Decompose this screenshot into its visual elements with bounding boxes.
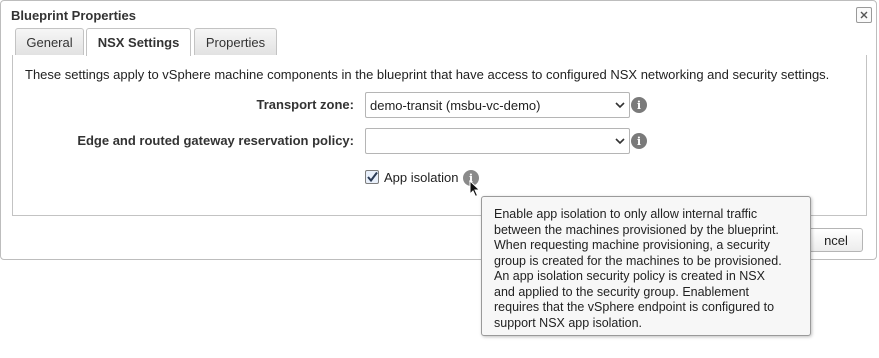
tooltip-line: When requesting machine provisioning, a … xyxy=(494,238,770,252)
tooltip-line: between the machines provisioned by the … xyxy=(494,222,779,237)
close-icon xyxy=(860,11,868,19)
tooltip-line: group is created for the machines to be … xyxy=(494,253,782,268)
transport-zone-label: Transport zone: xyxy=(256,97,354,112)
tooltip-line: and applied to the security group. Enabl… xyxy=(494,284,750,299)
tab-properties[interactable]: Properties xyxy=(194,28,277,55)
tooltip-line: Enable app isolation to only allow inter… xyxy=(494,207,758,221)
edge-policy-info-icon[interactable]: i xyxy=(631,133,647,149)
transport-zone-value: demo-transit (msbu-vc-demo) xyxy=(370,97,541,113)
app-isolation-label: App isolation xyxy=(384,170,459,185)
cancel-button-label: ncel xyxy=(824,232,848,248)
transport-zone-info-icon[interactable]: i xyxy=(631,97,647,113)
mouse-pointer-icon xyxy=(469,180,481,198)
nsx-settings-panel: These settings apply to vSphere machine … xyxy=(12,55,867,216)
tooltip-line: support NSX app isolation. xyxy=(494,315,643,330)
tab-label: Properties xyxy=(205,34,266,50)
tab-label: NSX Settings xyxy=(97,35,180,50)
chevron-down-icon xyxy=(615,102,625,109)
dialog-title: Blueprint Properties xyxy=(11,8,136,23)
chevron-down-icon xyxy=(615,138,625,145)
close-button[interactable] xyxy=(856,7,872,23)
tab-general[interactable]: General xyxy=(15,28,84,55)
intro-text: These settings apply to vSphere machine … xyxy=(25,67,830,82)
tab-nsx-settings[interactable]: NSX Settings xyxy=(86,28,191,56)
edge-policy-label: Edge and routed gateway reservation poli… xyxy=(77,133,354,148)
tooltip-line: requires that the vSphere endpoint is co… xyxy=(494,300,775,314)
tooltip-line: An app isolation security policy is crea… xyxy=(494,269,765,283)
tab-label: General xyxy=(26,34,73,50)
checkmark-icon xyxy=(367,171,378,183)
edge-policy-select[interactable] xyxy=(365,128,630,154)
app-isolation-checkbox[interactable] xyxy=(365,170,379,184)
tab-strip: General NSX Settings Properties xyxy=(1,28,878,56)
app-isolation-tooltip: Enable app isolation to only allow inter… xyxy=(481,196,811,336)
transport-zone-select[interactable]: demo-transit (msbu-vc-demo) xyxy=(365,92,630,118)
